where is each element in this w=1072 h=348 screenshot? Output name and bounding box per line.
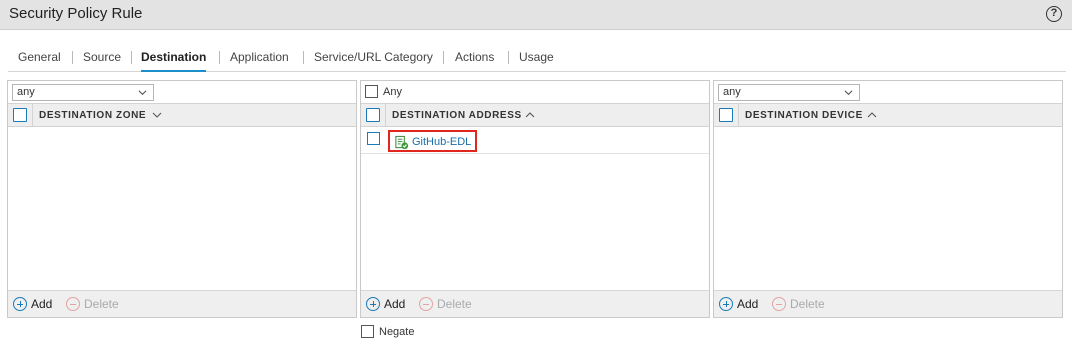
edl-object-icon: [395, 135, 409, 149]
select-all-checkbox[interactable]: [13, 108, 27, 122]
destination-device-header: DESTINATION DEVICE: [714, 103, 1062, 127]
zone-select[interactable]: any: [12, 84, 154, 101]
chevron-up-icon[interactable]: [867, 111, 877, 119]
tab-separator: [219, 51, 220, 64]
panel-toolbar: any: [714, 81, 1062, 103]
tab-source[interactable]: Source: [83, 50, 121, 72]
chevron-down-icon: [138, 90, 147, 96]
delete-button: Delete: [419, 297, 472, 311]
tab-separator: [508, 51, 509, 64]
add-label: Add: [384, 297, 406, 311]
delete-label: Delete: [437, 297, 472, 311]
destination-device-panel: any DESTINATION DEVICE Add Delete: [713, 80, 1063, 318]
destination-address-header: DESTINATION ADDRESS: [361, 103, 709, 127]
destination-zone-panel: any DESTINATION ZONE Add Delete: [7, 80, 357, 318]
tab-service-url-category[interactable]: Service/URL Category: [314, 50, 433, 72]
header-check-cell: [361, 104, 386, 126]
panel-toolbar: any: [8, 81, 356, 103]
select-all-checkbox[interactable]: [366, 108, 380, 122]
delete-button: Delete: [66, 297, 119, 311]
device-select[interactable]: any: [718, 84, 860, 101]
panel-footer: Add Delete: [714, 290, 1062, 317]
any-address-checkbox[interactable]: [365, 85, 378, 98]
panel-footer: Add Delete: [8, 290, 356, 317]
plus-circle-icon: [366, 297, 380, 311]
destination-address-panel: Any DESTINATION ADDRESS GitHub-EDL Add D…: [360, 80, 710, 318]
dialog-titlebar: Security Policy Rule ?: [0, 0, 1072, 30]
tab-bar: General Source Destination Application S…: [8, 42, 1066, 72]
destination-zone-column-label[interactable]: DESTINATION ZONE: [39, 110, 146, 121]
dialog-title: Security Policy Rule: [9, 5, 143, 22]
negate-checkbox[interactable]: [361, 325, 374, 338]
add-button[interactable]: Add: [13, 297, 52, 311]
tab-actions[interactable]: Actions: [455, 50, 494, 72]
destination-zone-header: DESTINATION ZONE: [8, 103, 356, 127]
panel-toolbar: Any: [361, 81, 709, 103]
destination-address-column-label[interactable]: DESTINATION ADDRESS: [392, 110, 522, 121]
delete-label: Delete: [790, 297, 825, 311]
tab-general[interactable]: General: [18, 50, 61, 72]
negate-label: Negate: [379, 325, 415, 338]
chevron-up-icon[interactable]: [525, 111, 535, 119]
minus-circle-icon: [772, 297, 786, 311]
add-button[interactable]: Add: [719, 297, 758, 311]
destination-device-column-label[interactable]: DESTINATION DEVICE: [745, 110, 863, 121]
tab-separator: [443, 51, 444, 64]
header-check-cell: [8, 104, 33, 126]
tab-application[interactable]: Application: [230, 50, 289, 72]
delete-label: Delete: [84, 297, 119, 311]
tab-destination[interactable]: Destination: [141, 50, 207, 72]
chevron-down-icon[interactable]: [152, 111, 162, 119]
add-button[interactable]: Add: [366, 297, 405, 311]
device-select-value: any: [723, 86, 741, 98]
row-checkbox[interactable]: [367, 132, 380, 145]
github-edl-entry[interactable]: GitHub-EDL: [388, 130, 478, 152]
add-label: Add: [737, 297, 759, 311]
minus-circle-icon: [419, 297, 433, 311]
chevron-down-icon: [844, 90, 853, 96]
negate-option[interactable]: Negate: [361, 325, 414, 338]
header-check-cell: [714, 104, 739, 126]
tab-separator: [303, 51, 304, 64]
delete-button: Delete: [772, 297, 825, 311]
minus-circle-icon: [66, 297, 80, 311]
plus-circle-icon: [13, 297, 27, 311]
tab-separator: [131, 51, 132, 64]
any-address-label: Any: [383, 86, 402, 98]
plus-circle-icon: [719, 297, 733, 311]
select-all-checkbox[interactable]: [719, 108, 733, 122]
help-icon[interactable]: ?: [1046, 6, 1062, 22]
github-edl-link[interactable]: GitHub-EDL: [412, 136, 471, 148]
add-label: Add: [31, 297, 53, 311]
tab-separator: [72, 51, 73, 64]
panel-footer: Add Delete: [361, 290, 709, 317]
zone-select-value: any: [17, 86, 35, 98]
tab-usage[interactable]: Usage: [519, 50, 554, 72]
table-row[interactable]: GitHub-EDL: [361, 127, 709, 154]
